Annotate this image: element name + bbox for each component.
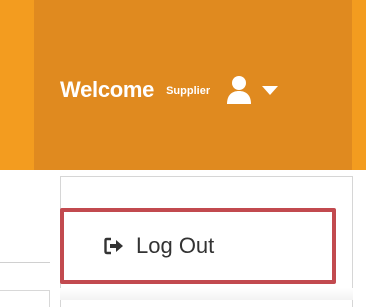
user-icon[interactable] [226,75,252,105]
caret-down-icon[interactable] [262,85,279,95]
logout-menu-item[interactable]: Log Out [60,208,336,284]
header-right-strip [352,0,366,170]
header-left-strip [0,0,34,170]
user-role-label: Supplier [166,85,211,97]
sign-out-icon [104,237,124,255]
background-table-cell [0,290,50,307]
logout-label: Log Out [136,233,215,258]
welcome-label: Welcome [60,77,155,102]
user-greeting[interactable]: Welcome Supplier [60,72,279,108]
dropdown-shadow [60,288,353,300]
